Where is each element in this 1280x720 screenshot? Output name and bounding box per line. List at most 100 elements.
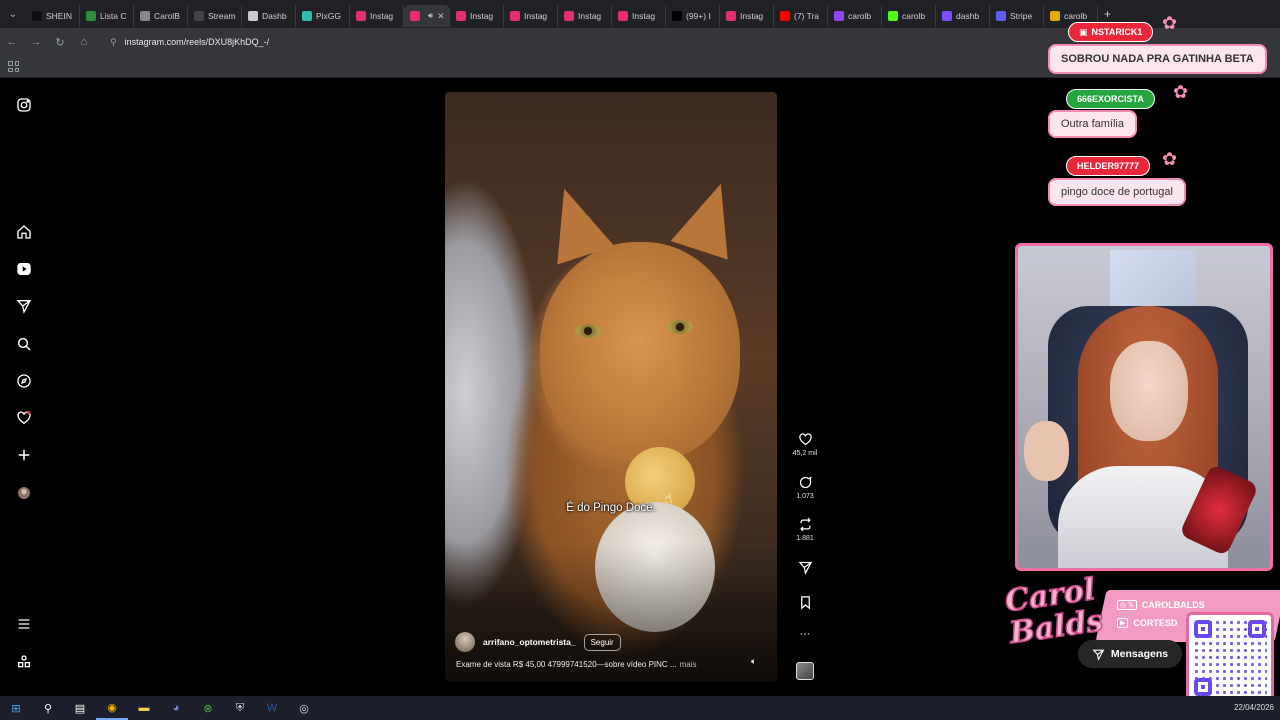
tab-list: SHEIN Lista C CarolB Stream Dashb PixGG Instag… — [26, 1, 1098, 27]
profile-avatar[interactable] — [14, 483, 34, 503]
flower-icon: ✿ — [1162, 13, 1178, 33]
webcam-feed — [1015, 243, 1273, 571]
like-button[interactable]: 45,2 mil — [792, 432, 818, 457]
tab-favicon-icon — [834, 11, 844, 21]
browser-tab[interactable]: Stripe — [990, 5, 1044, 27]
tab-favicon-icon — [888, 11, 898, 21]
cat-image — [540, 242, 740, 462]
more-menu-icon[interactable] — [14, 614, 34, 634]
tab-label: dashb — [956, 11, 980, 21]
address-bar[interactable]: ⚲ instagram.com/reels/DXU8jKhDQ_-/ — [102, 32, 1002, 52]
share-button[interactable] — [792, 560, 818, 575]
browser-tab[interactable]: dashb — [936, 5, 990, 27]
tab-label: Dashb — [262, 11, 287, 21]
bookmark-icon — [800, 596, 810, 610]
browser-tab[interactable]: carolb — [828, 5, 882, 27]
browser-tab[interactable]: (7) Tra — [774, 5, 828, 27]
browser-tab[interactable]: Instag — [612, 5, 666, 27]
tab-favicon-icon — [86, 11, 96, 21]
browser-tab[interactable]: Instag — [450, 5, 504, 27]
caption-more-link[interactable]: mais — [680, 660, 697, 669]
tab-label: SHEIN — [46, 11, 72, 21]
comment-icon — [799, 476, 812, 489]
tab-favicon-icon — [1050, 11, 1060, 21]
browser-tab[interactable]: (99+) I — [666, 5, 720, 27]
taskbar-date: 22/04/2026 — [1233, 703, 1274, 712]
new-tab-button[interactable]: + — [1098, 7, 1117, 21]
tab-favicon-icon — [564, 11, 574, 21]
tab-favicon-icon — [780, 11, 790, 21]
browser-tab[interactable]: PixGG — [296, 5, 350, 27]
create-icon[interactable] — [14, 445, 34, 465]
volume-icon[interactable]: 🔈︎ — [751, 656, 756, 667]
tab-favicon-icon — [456, 11, 466, 21]
comment-button[interactable]: 1.073 — [792, 475, 818, 500]
messages-label: Mensagens — [1110, 648, 1169, 660]
home-nav-icon[interactable] — [14, 222, 34, 242]
browser-tab[interactable]: Lista C — [80, 5, 134, 27]
flower-icon: ✿ — [1173, 82, 1189, 102]
repost-button[interactable]: 1.881 — [792, 517, 818, 542]
tab-search-button[interactable]: ⌄ — [0, 0, 26, 28]
reel-video[interactable]: É do Pingo Doce. arrifano_optometrista_ … — [445, 92, 777, 682]
author-username[interactable]: arrifano_optometrista_ — [483, 637, 576, 647]
discord-icon[interactable]: ◕ — [160, 696, 192, 720]
browser-tab[interactable]: Instag — [350, 5, 404, 27]
more-options-icon[interactable]: ··· — [792, 628, 818, 640]
browser-tab[interactable]: CarolB — [134, 5, 188, 27]
chat-username: ▣ NSTARICK1 — [1068, 22, 1154, 42]
follow-button[interactable]: Seguir — [583, 633, 621, 651]
browser-tab[interactable]: Instag — [504, 5, 558, 27]
browser-tab[interactable]: Instag — [720, 5, 774, 27]
browser-tab[interactable]: Instag — [558, 5, 612, 27]
xbox-icon[interactable]: ⊗ — [192, 696, 224, 720]
back-icon[interactable]: ← — [0, 36, 24, 48]
tab-label: carolb — [1064, 11, 1088, 21]
browser-tab[interactable]: Stream — [188, 5, 242, 27]
tab-favicon-icon — [672, 11, 682, 21]
security-icon[interactable]: ⛨ — [224, 696, 256, 720]
notifications-icon[interactable] — [14, 408, 34, 428]
repost-icon — [799, 517, 811, 532]
tab-label: Instag — [578, 11, 602, 21]
home-icon[interactable]: ⌂ — [72, 36, 96, 48]
browser-tab[interactable]: SHEIN — [26, 5, 80, 27]
tab-favicon-icon — [356, 11, 366, 21]
chrome-taskbar-icon[interactable]: ◉ — [96, 696, 128, 720]
reels-nav-icon[interactable] — [14, 259, 34, 279]
task-view-icon[interactable]: ▤ — [64, 696, 96, 720]
start-button[interactable]: ⊞ — [0, 696, 32, 720]
tab-audio-icon[interactable]: 🔊︎ — [428, 11, 433, 21]
search-nav-icon[interactable] — [14, 334, 34, 354]
cat-ear — [670, 174, 750, 260]
site-info-icon[interactable]: ⚲ — [110, 37, 117, 48]
browser-tab[interactable]: Dashb — [242, 5, 296, 27]
apps-icon[interactable] — [8, 61, 19, 72]
explore-nav-icon[interactable] — [14, 371, 34, 391]
messages-button[interactable]: Mensagens — [1078, 640, 1182, 668]
search-icon[interactable]: ⚲ — [32, 696, 64, 720]
direct-messages-icon[interactable] — [14, 296, 34, 316]
cat-eye — [575, 324, 601, 338]
word-icon[interactable]: W — [256, 696, 288, 720]
forward-icon[interactable]: → — [24, 36, 48, 48]
obs-icon[interactable]: ◎ — [288, 696, 320, 720]
author-avatar[interactable] — [455, 632, 475, 652]
repost-count: 1.881 — [796, 535, 814, 542]
reel-caption[interactable]: Exame de vista R$ 45,00 47999741520—sobr… — [456, 660, 696, 669]
tab-close-icon[interactable]: ✕ — [437, 11, 445, 22]
reload-icon[interactable]: ↻ — [48, 36, 72, 49]
twitch-icon: ▣ — [1079, 26, 1088, 37]
tab-label: Stream — [208, 11, 236, 21]
browser-tab[interactable]: carolb — [882, 5, 936, 27]
file-explorer-icon[interactable]: ▬ — [128, 696, 160, 720]
instagram-logo-icon[interactable] — [14, 95, 34, 115]
tab-favicon-icon — [140, 11, 150, 21]
original-audio-thumbnail[interactable] — [796, 662, 814, 680]
caption-text: Exame de vista R$ 45,00 47999741520—sobr… — [456, 660, 677, 669]
browser-tab[interactable]: 🔊︎ ✕ — [404, 5, 450, 27]
also-from-meta-icon[interactable] — [14, 652, 34, 672]
save-button[interactable] — [792, 595, 818, 610]
tab-favicon-icon — [194, 11, 204, 21]
tab-favicon-icon — [410, 11, 420, 21]
